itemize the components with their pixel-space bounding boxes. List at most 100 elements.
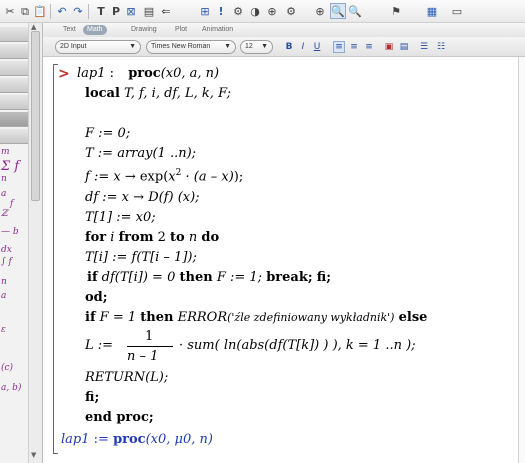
worksheet[interactable]: Text Math Drawing Plot Animation 2D Inpu… [43, 23, 525, 463]
help-icon[interactable]: ▦ [424, 3, 440, 19]
tab-animation[interactable]: Animation [198, 25, 237, 35]
insert-math-icon[interactable]: P [108, 3, 124, 19]
code-line[interactable]: T := array(1 ..n); [85, 146, 196, 161]
code-line[interactable]: end proc; [85, 410, 154, 425]
zoom-icon[interactable]: 🔍 [330, 3, 346, 19]
scroll-up-icon[interactable]: ▲ [31, 23, 36, 31]
numbered-list-icon[interactable]: ☷ [435, 41, 447, 53]
zoom-icon[interactable]: 🔍 [347, 3, 363, 19]
palette-symbol[interactable]: ℤ [1, 209, 8, 219]
style-dropdown[interactable]: 2D Input ▼ [55, 40, 141, 54]
derivative-expr: D(f) (x); [144, 190, 200, 205]
palette-header[interactable] [0, 112, 28, 127]
palette-symbol[interactable]: a [1, 291, 6, 301]
code-line[interactable]: f := x → exp(x2 · (a – x)); [85, 168, 243, 184]
underline-button[interactable]: U [311, 41, 323, 53]
code-line[interactable]: T[i] := f(T[i – 1]); [85, 250, 197, 265]
code-line[interactable]: RETURN(L); [85, 370, 168, 385]
copy-icon[interactable]: ⧉ [17, 3, 33, 19]
palette-header[interactable] [0, 44, 28, 59]
palette-header[interactable] [0, 95, 28, 110]
code-line[interactable]: local T, f, i, df, L, k, F; [85, 86, 231, 101]
paste-icon[interactable]: 📋 [32, 3, 48, 19]
code-line[interactable]: L := [85, 338, 113, 353]
then-body: F := 1; [216, 270, 263, 285]
code-line[interactable]: T[1] := x0; [85, 210, 156, 225]
gear-icon[interactable]: ⚙ [283, 3, 299, 19]
output-line[interactable]: lap1 := proc(x0, μ0, n) [61, 432, 213, 447]
magnify-icon[interactable]: ⊕ [312, 3, 328, 19]
font-dropdown[interactable]: Times New Roman ▼ [146, 40, 236, 54]
code-line[interactable]: · sum( ln(abs(df(T[k]) ) ), k = 1 ..n ); [179, 338, 416, 353]
highlight-icon[interactable]: ▣ [383, 41, 395, 53]
palette-scroll-thumb[interactable] [31, 31, 40, 201]
italic-button[interactable]: I [297, 41, 309, 53]
palette-symbol[interactable]: n [1, 174, 7, 184]
insert-text-icon[interactable]: T [93, 3, 109, 19]
align-left-icon[interactable]: ≡ [333, 41, 345, 53]
plot-icon[interactable]: ⊠ [123, 3, 139, 19]
restart-icon[interactable]: ! [213, 3, 229, 19]
palette-header[interactable] [0, 78, 28, 93]
tab-plot[interactable]: Plot [171, 25, 191, 35]
palette-symbol[interactable]: n [1, 277, 7, 287]
execution-group[interactable]: > lap1 : proc(x0, a, n) local T, f, i, d… [53, 64, 513, 460]
palette-symbol[interactable]: (c) [1, 363, 13, 373]
palette-symbol[interactable]: ε [1, 325, 6, 335]
palette-header[interactable] [0, 129, 28, 144]
code-line[interactable]: F := 0; [85, 126, 130, 141]
palette-header[interactable] [0, 27, 28, 42]
code-line[interactable]: fi; [85, 390, 99, 405]
palette-scrollbar[interactable]: ▲ ▼ [28, 23, 42, 463]
chevron-down-icon: ▼ [224, 43, 231, 50]
code-line[interactable]: df := x → D(f) (x); [85, 190, 200, 205]
bold-button[interactable]: B [283, 41, 295, 53]
size-dropdown[interactable]: 12 ▼ [240, 40, 273, 54]
error-message: ('źle zdefiniowany wykładnik') [227, 311, 395, 324]
magnify-icon[interactable]: ⊕ [264, 3, 280, 19]
palette-symbol[interactable]: — b [1, 227, 19, 237]
scroll-down-icon[interactable]: ▼ [31, 451, 36, 459]
fraction-bar [127, 346, 173, 347]
undo-icon[interactable]: ↶ [54, 3, 70, 19]
align-right-icon[interactable]: ≡ [363, 41, 375, 53]
stop-icon[interactable]: ⇐ [158, 3, 174, 19]
exp-func: exp [135, 169, 164, 185]
align-center-icon[interactable]: ≡ [348, 41, 360, 53]
tab-math[interactable]: Math [83, 25, 107, 35]
code-line[interactable]: if df(T[i]) = 0 then F := 1; break; fi; [87, 270, 331, 285]
palette-symbol[interactable]: a [1, 189, 6, 199]
bullet-list-icon[interactable]: ☰ [418, 41, 430, 53]
tab-drawing[interactable]: Drawing [127, 25, 161, 35]
code-line[interactable]: od; [85, 290, 108, 305]
flag-icon[interactable]: ⚑ [388, 3, 404, 19]
code-line[interactable]: for i from 2 to n do [85, 230, 219, 245]
palette-symbol[interactable]: Σ f [1, 159, 19, 174]
window-icon[interactable]: ▭ [449, 3, 465, 19]
group-bracket[interactable] [53, 64, 58, 454]
code-line[interactable]: if F = 1 then ERROR('źle zdefiniowany wy… [85, 310, 427, 325]
redo-icon[interactable]: ↷ [70, 3, 86, 19]
error-func: ERROR [177, 310, 228, 325]
debug-icon[interactable]: ⊞ [197, 3, 213, 19]
code-line[interactable]: lap1 : proc(x0, a, n) [77, 66, 219, 81]
gear-icon[interactable]: ⚙ [230, 3, 246, 19]
output-assign: := [89, 432, 114, 447]
if-condition: df(T[i]) = 0 [101, 270, 176, 285]
assign-x: := x [98, 190, 134, 205]
palette-symbol[interactable]: ∫ f [1, 257, 12, 267]
clear-icon[interactable]: ◑ [247, 3, 263, 19]
format-toolbar: 2D Input ▼ Times New Roman ▼ 12 ▼ B I U … [43, 37, 525, 57]
palette-header[interactable] [0, 61, 28, 76]
palette-symbol[interactable]: f [10, 199, 13, 209]
text-color-icon[interactable]: ▤ [398, 41, 410, 53]
execute-icon[interactable]: ▤ [141, 3, 157, 19]
tab-text[interactable]: Text [59, 25, 80, 35]
break-keyword: break; [266, 270, 313, 285]
do-keyword: do [201, 230, 220, 245]
palette-symbol[interactable]: m [1, 147, 10, 157]
cut-icon[interactable]: ✂ [2, 3, 18, 19]
palette-symbol[interactable]: dx [1, 245, 12, 255]
palette-symbol[interactable]: a, b) [1, 383, 21, 393]
style-value: 2D Input [60, 43, 87, 50]
